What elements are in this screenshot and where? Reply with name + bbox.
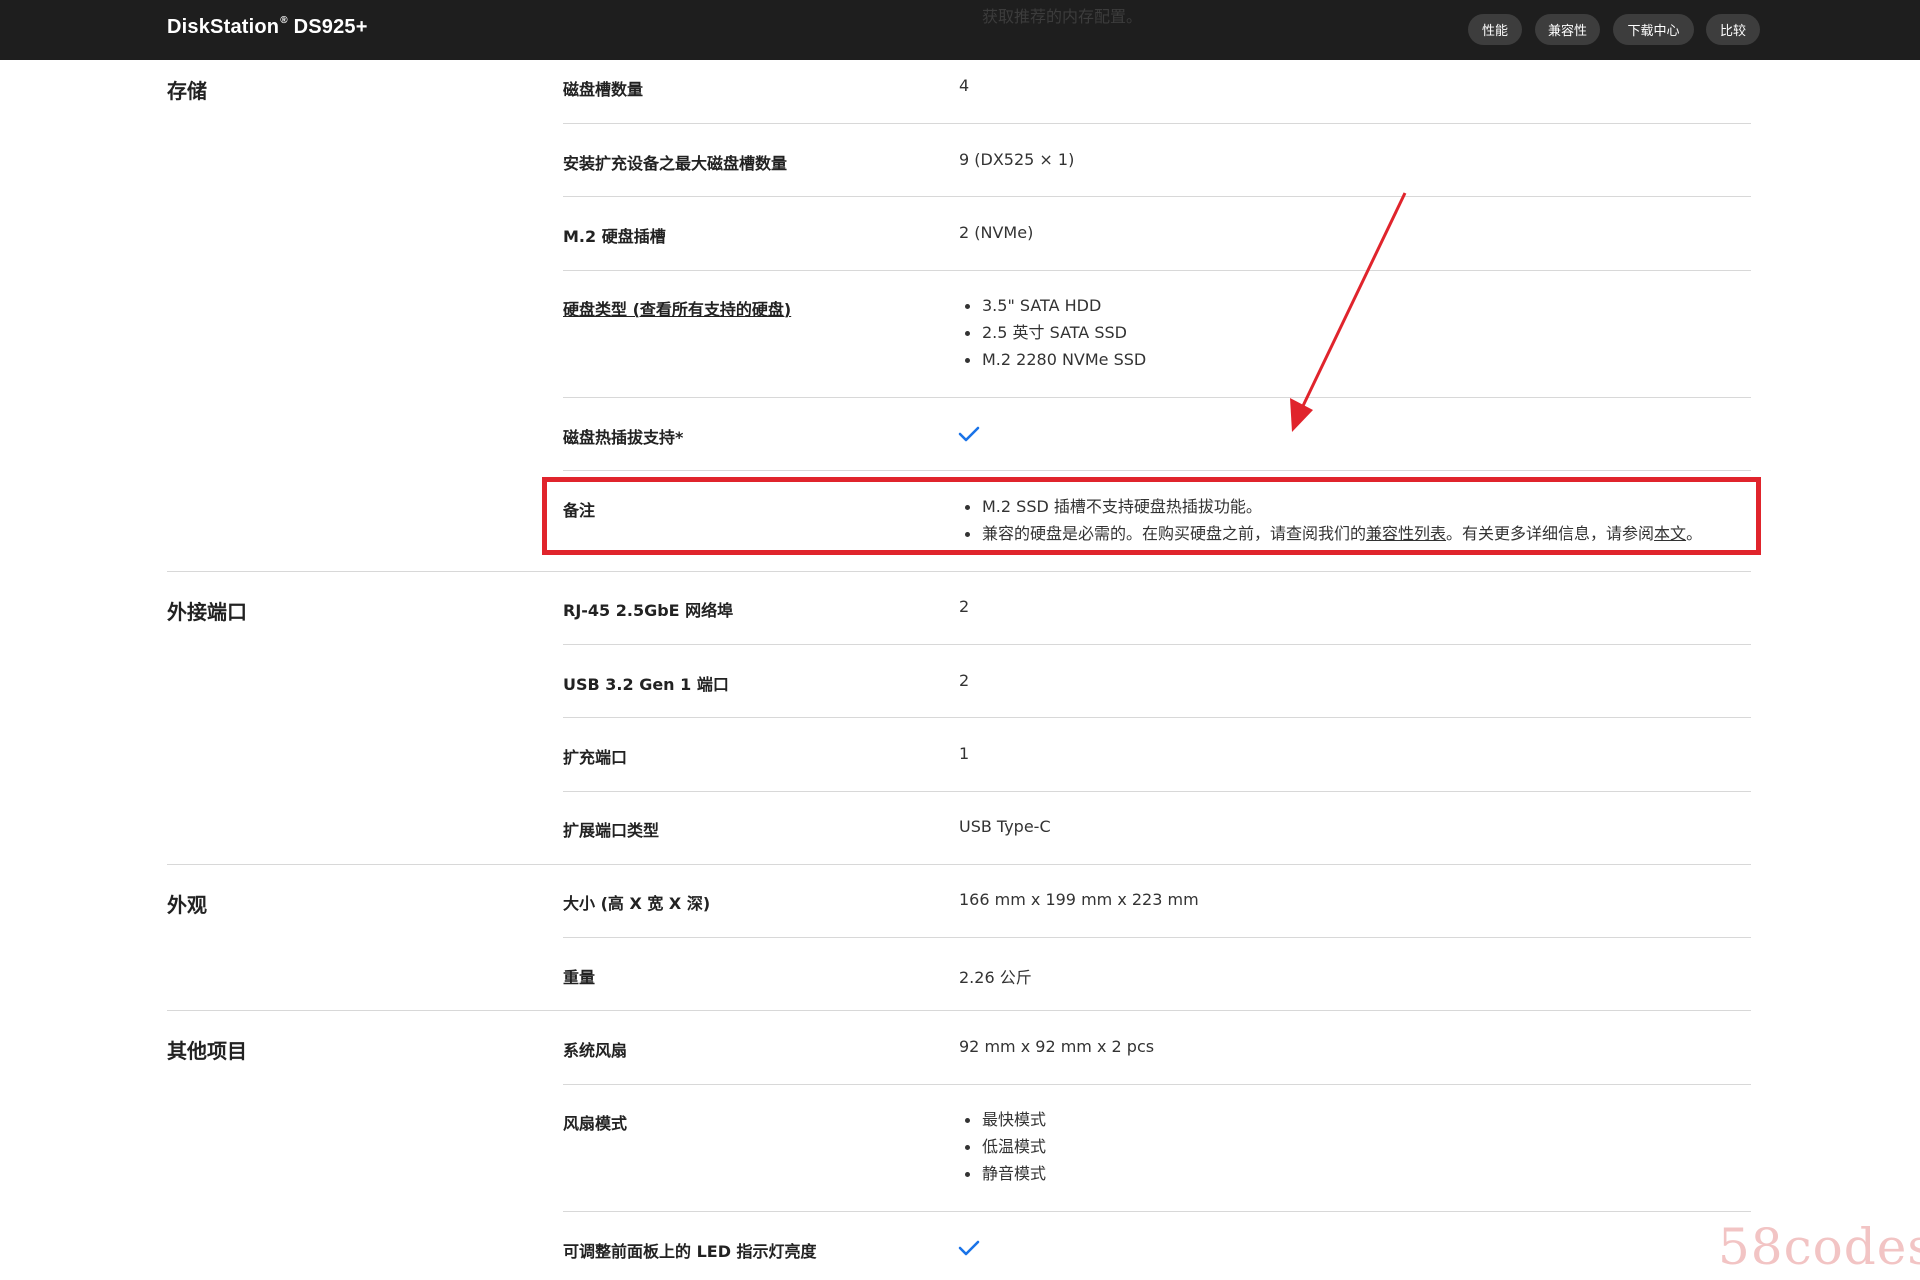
list-item: 3.5" SATA HDD xyxy=(959,292,1146,319)
spec-value-usb: 2 xyxy=(959,671,970,690)
spec-label-led-brightness: 可调整前面板上的 LED 指示灯亮度 xyxy=(563,1242,817,1261)
nav-download-center-button[interactable]: 下载中心 xyxy=(1613,14,1694,45)
list-item: 2.5 英寸 SATA SSD xyxy=(959,319,1146,346)
row-divider xyxy=(563,937,1751,938)
nav-compatibility-button[interactable]: 兼容性 xyxy=(1535,14,1600,45)
red-highlight-box xyxy=(542,477,1761,555)
section-divider xyxy=(167,1010,1751,1011)
spec-label-hot-swap: 磁盘热插拔支持* xyxy=(563,428,684,447)
spec-value-size: 166 mm x 199 mm x 223 mm xyxy=(959,890,1199,909)
fan-mode-list: 最快模式 低温模式 静音模式 xyxy=(959,1106,1046,1187)
spec-label-usb: USB 3.2 Gen 1 端口 xyxy=(563,675,729,694)
row-divider xyxy=(563,1211,1751,1212)
spec-label-drive-type-link[interactable]: 硬盘类型 (查看所有支持的硬盘) xyxy=(563,296,791,320)
list-item: 低温模式 xyxy=(959,1133,1046,1160)
registered-mark: ® xyxy=(280,15,288,27)
list-item: 静音模式 xyxy=(959,1160,1046,1187)
spec-label-size: 大小 (高 X 宽 X 深) xyxy=(563,894,711,913)
row-divider xyxy=(563,470,1751,471)
spec-value-max-disk-slots: 9 (DX525 × 1) xyxy=(959,150,1075,169)
spec-label-expansion-port: 扩充端口 xyxy=(563,748,628,767)
brand-model: DS925+ xyxy=(293,16,368,38)
top-navigation-bar: DiskStation® DS925+ 获取推荐的内存配置。 性能 兼容性 下载… xyxy=(0,0,1920,60)
section-title-appearance: 外观 xyxy=(167,893,207,917)
row-divider xyxy=(563,1084,1751,1085)
spec-label-weight: 重量 xyxy=(563,968,596,987)
red-annotation-arrow-icon xyxy=(1290,192,1407,432)
product-brand[interactable]: DiskStation® DS925+ xyxy=(167,15,368,39)
section-title-storage: 存储 xyxy=(167,79,207,103)
nav-performance-button[interactable]: 性能 xyxy=(1468,14,1522,45)
check-icon xyxy=(958,426,980,442)
brand-name: DiskStation xyxy=(167,16,280,38)
drive-type-list: 3.5" SATA HDD 2.5 英寸 SATA SSD M.2 2280 N… xyxy=(959,292,1146,373)
row-divider xyxy=(563,123,1751,124)
spec-value-expansion-type: USB Type-C xyxy=(959,817,1051,836)
row-divider xyxy=(563,196,1751,197)
row-divider xyxy=(563,717,1751,718)
spec-value-system-fan: 92 mm x 92 mm x 2 pcs xyxy=(959,1037,1155,1056)
overlay-text: 获取推荐的内存配置。 xyxy=(982,7,1143,26)
spec-value-m2-slots: 2 (NVMe) xyxy=(959,223,1034,242)
spec-label-system-fan: 系统风扇 xyxy=(563,1041,628,1060)
watermark: 58codes xyxy=(1718,1218,1920,1276)
spec-label-max-disk-slots: 安装扩充设备之最大磁盘槽数量 xyxy=(563,154,788,173)
spec-value-expansion-port: 1 xyxy=(959,744,970,763)
spec-value-weight: 2.26 公斤 xyxy=(959,968,1032,987)
spec-value-rj45: 2 xyxy=(959,597,970,616)
spec-label-fan-mode: 风扇模式 xyxy=(563,1114,628,1133)
section-title-ports: 外接端口 xyxy=(167,600,247,624)
section-divider xyxy=(167,864,1751,865)
list-item: M.2 2280 NVMe SSD xyxy=(959,346,1146,373)
list-item: 最快模式 xyxy=(959,1106,1046,1133)
row-divider xyxy=(563,270,1751,271)
row-divider xyxy=(563,644,1751,645)
nav-compare-button[interactable]: 比较 xyxy=(1706,14,1760,45)
check-icon xyxy=(958,1240,980,1256)
section-title-other: 其他项目 xyxy=(167,1039,247,1063)
section-divider xyxy=(167,571,1751,572)
spec-label-disk-slots: 磁盘槽数量 xyxy=(563,80,644,99)
row-divider xyxy=(563,791,1751,792)
spec-label-m2-slots: M.2 硬盘插槽 xyxy=(563,227,666,246)
spec-label-expansion-type: 扩展端口类型 xyxy=(563,821,660,840)
row-divider xyxy=(563,397,1751,398)
spec-value-disk-slots: 4 xyxy=(959,76,970,95)
spec-label-rj45: RJ-45 2.5GbE 网络埠 xyxy=(563,601,734,620)
